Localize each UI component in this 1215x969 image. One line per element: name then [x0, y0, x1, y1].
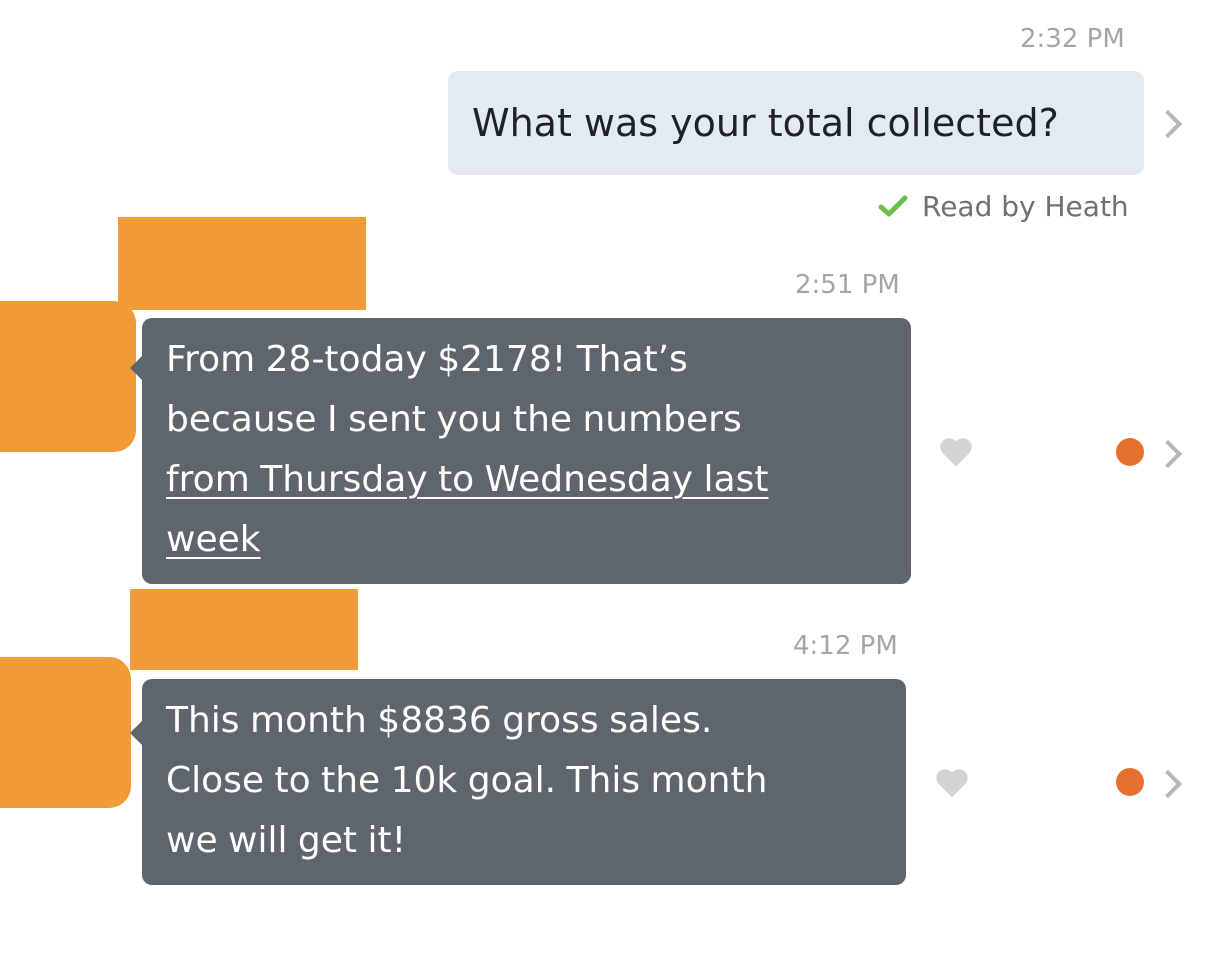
timestamp: 4:12 PM — [793, 631, 898, 661]
chevron-right-icon[interactable] — [1153, 769, 1183, 799]
read-receipt: Read by Heath — [878, 186, 1129, 226]
heart-icon[interactable] — [933, 765, 971, 799]
outgoing-message-bubble[interactable]: What was your total collected? — [448, 71, 1144, 175]
message-link-line[interactable]: week — [166, 510, 891, 570]
checkmark-icon — [878, 195, 908, 217]
redacted-sender-name — [130, 589, 358, 670]
redacted-avatar[interactable] — [0, 657, 131, 808]
message-thread: 2:32 PM What was your total collected? R… — [0, 0, 1215, 969]
chevron-right-icon[interactable] — [1153, 109, 1183, 139]
timestamp: 2:51 PM — [795, 270, 900, 300]
redacted-sender-name — [118, 217, 366, 310]
bubble-tail — [130, 356, 142, 380]
message-link-line[interactable]: from Thursday to Wednesday last — [166, 450, 891, 510]
message-text-line: Close to the 10k goal. This month — [166, 760, 768, 801]
unread-dot-icon — [1116, 438, 1144, 466]
chevron-right-icon[interactable] — [1153, 439, 1183, 469]
redacted-avatar[interactable] — [0, 301, 136, 452]
read-receipt-text: Read by Heath — [922, 189, 1129, 223]
message-text: What was your total collected? — [472, 101, 1059, 145]
message-text-line: because I sent you the numbers — [166, 399, 742, 440]
message-text-line: we will get it! — [166, 820, 407, 861]
message-text-line: From 28-today $2178! That’s — [166, 339, 688, 380]
incoming-message-bubble[interactable]: From 28-today $2178! That’s because I se… — [130, 318, 911, 584]
unread-dot-icon — [1116, 768, 1144, 796]
incoming-message-bubble[interactable]: This month $8836 gross sales. Close to t… — [130, 679, 906, 885]
bubble-tail — [130, 721, 142, 745]
heart-icon[interactable] — [937, 434, 975, 468]
message-text-line: This month $8836 gross sales. — [166, 700, 713, 741]
timestamp: 2:32 PM — [1020, 24, 1125, 54]
